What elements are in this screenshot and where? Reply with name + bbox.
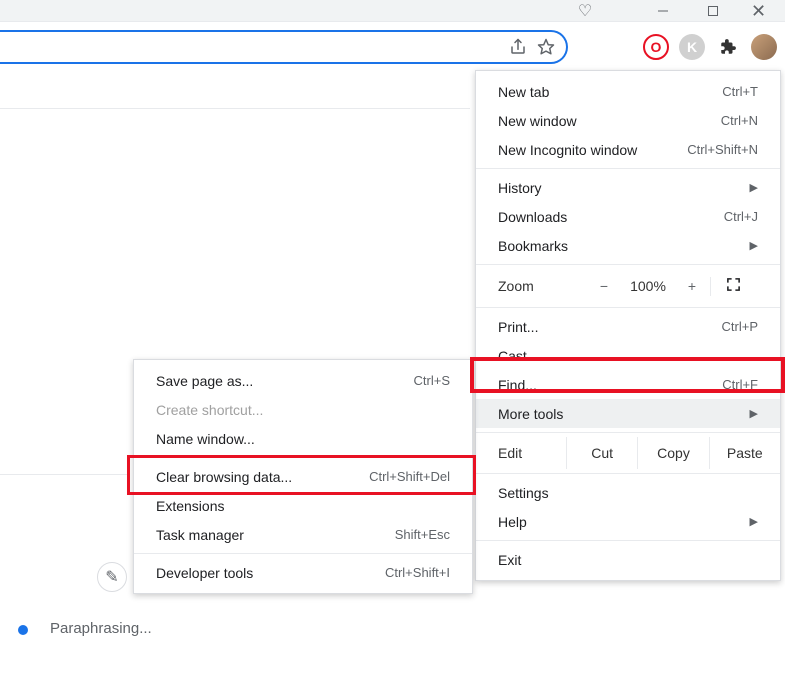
menu-label: More tools — [498, 406, 563, 422]
submenu-task-manager[interactable]: Task manager Shift+Esc — [134, 520, 472, 549]
menu-edit-row: Edit Cut Copy Paste — [476, 437, 780, 469]
window-close[interactable]: ✕ — [736, 0, 781, 22]
menu-help[interactable]: Help ▶ — [476, 507, 780, 536]
edit-paste-button[interactable]: Paste — [709, 437, 780, 469]
zoom-out-button[interactable]: − — [586, 278, 622, 294]
menu-separator — [476, 540, 780, 541]
menu-label: Create shortcut... — [156, 402, 263, 418]
menu-shortcut: Ctrl+F — [722, 377, 758, 392]
menu-history[interactable]: History ▶ — [476, 173, 780, 202]
profile-avatar[interactable] — [751, 34, 777, 60]
menu-shortcut: Ctrl+Shift+I — [385, 565, 450, 580]
menu-label: New Incognito window — [498, 142, 637, 158]
menu-shortcut: Ctrl+Shift+Del — [369, 469, 450, 484]
menu-more-tools[interactable]: More tools ▶ — [476, 399, 780, 428]
menu-label: Cast... — [498, 348, 538, 364]
menu-separator — [476, 168, 780, 169]
menu-label: History — [498, 180, 542, 196]
window-titlebar: ♡ ✕ — [0, 0, 785, 22]
menu-label: Downloads — [498, 209, 567, 225]
fullscreen-icon[interactable] — [710, 277, 746, 296]
edit-pen-icon[interactable]: ✎ — [97, 562, 127, 592]
menu-shortcut: Ctrl+S — [414, 373, 450, 388]
menu-label: Name window... — [156, 431, 255, 447]
status-indicator-icon — [18, 625, 28, 635]
menu-cast[interactable]: Cast... — [476, 341, 780, 370]
submenu-developer-tools[interactable]: Developer tools Ctrl+Shift+I — [134, 558, 472, 587]
zoom-label: Zoom — [498, 278, 586, 294]
menu-downloads[interactable]: Downloads Ctrl+J — [476, 202, 780, 231]
menu-bookmarks[interactable]: Bookmarks ▶ — [476, 231, 780, 260]
submenu-clear-browsing-data[interactable]: Clear browsing data... Ctrl+Shift+Del — [134, 462, 472, 491]
menu-separator — [476, 264, 780, 265]
menu-find[interactable]: Find... Ctrl+F — [476, 370, 780, 399]
window-minimize[interactable] — [640, 0, 685, 22]
edit-copy-button[interactable]: Copy — [637, 437, 708, 469]
edit-label: Edit — [476, 445, 566, 461]
submenu-save-page[interactable]: Save page as... Ctrl+S — [134, 366, 472, 395]
share-icon[interactable] — [506, 35, 530, 59]
menu-shortcut: Ctrl+P — [722, 319, 758, 334]
extension-opera-icon[interactable]: O — [643, 34, 669, 60]
chrome-menu: New tab Ctrl+T New window Ctrl+N New Inc… — [475, 70, 781, 581]
menu-new-tab[interactable]: New tab Ctrl+T — [476, 77, 780, 106]
window-maximize[interactable] — [690, 0, 735, 22]
menu-label: New tab — [498, 84, 549, 100]
separator — [0, 474, 130, 475]
menu-label: New window — [498, 113, 577, 129]
menu-label: Task manager — [156, 527, 244, 543]
star-icon[interactable] — [534, 35, 558, 59]
menu-label: Print... — [498, 319, 538, 335]
submenu-create-shortcut: Create shortcut... — [134, 395, 472, 424]
menu-shortcut: Shift+Esc — [395, 527, 450, 542]
menu-shortcut: Ctrl+J — [724, 209, 758, 224]
chevron-right-icon: ▶ — [750, 515, 758, 528]
menu-exit[interactable]: Exit — [476, 545, 780, 574]
menu-separator — [476, 473, 780, 474]
heart-icon[interactable]: ♡ — [565, 0, 605, 22]
address-bar[interactable] — [0, 30, 568, 64]
menu-print[interactable]: Print... Ctrl+P — [476, 312, 780, 341]
zoom-value: 100% — [622, 278, 674, 294]
menu-label: Developer tools — [156, 565, 253, 581]
menu-zoom: Zoom − 100% + — [476, 269, 780, 303]
menu-shortcut: Ctrl+Shift+N — [687, 142, 758, 157]
menu-separator — [476, 432, 780, 433]
menu-new-window[interactable]: New window Ctrl+N — [476, 106, 780, 135]
menu-shortcut: Ctrl+T — [722, 84, 758, 99]
toolbar-icons: O K ⋮ — [643, 34, 777, 60]
submenu-name-window[interactable]: Name window... — [134, 424, 472, 453]
extensions-icon[interactable] — [715, 34, 741, 60]
zoom-in-button[interactable]: + — [674, 278, 710, 294]
menu-label: Save page as... — [156, 373, 253, 389]
submenu-extensions[interactable]: Extensions — [134, 491, 472, 520]
separator — [0, 108, 470, 109]
menu-separator — [134, 457, 472, 458]
menu-label: Help — [498, 514, 527, 530]
chevron-right-icon: ▶ — [750, 407, 758, 420]
extension-k-icon[interactable]: K — [679, 34, 705, 60]
menu-incognito[interactable]: New Incognito window Ctrl+Shift+N — [476, 135, 780, 164]
menu-separator — [134, 553, 472, 554]
status-text: Paraphrasing... — [50, 620, 152, 637]
menu-label: Bookmarks — [498, 238, 568, 254]
more-tools-submenu: Save page as... Ctrl+S Create shortcut..… — [133, 359, 473, 594]
menu-shortcut: Ctrl+N — [721, 113, 758, 128]
menu-label: Exit — [498, 552, 521, 568]
menu-label: Settings — [498, 485, 549, 501]
menu-label: Extensions — [156, 498, 224, 514]
chevron-right-icon: ▶ — [750, 181, 758, 194]
menu-separator — [476, 307, 780, 308]
menu-settings[interactable]: Settings — [476, 478, 780, 507]
edit-cut-button[interactable]: Cut — [566, 437, 637, 469]
menu-label: Clear browsing data... — [156, 469, 292, 485]
menu-label: Find... — [498, 377, 537, 393]
chevron-right-icon: ▶ — [750, 239, 758, 252]
